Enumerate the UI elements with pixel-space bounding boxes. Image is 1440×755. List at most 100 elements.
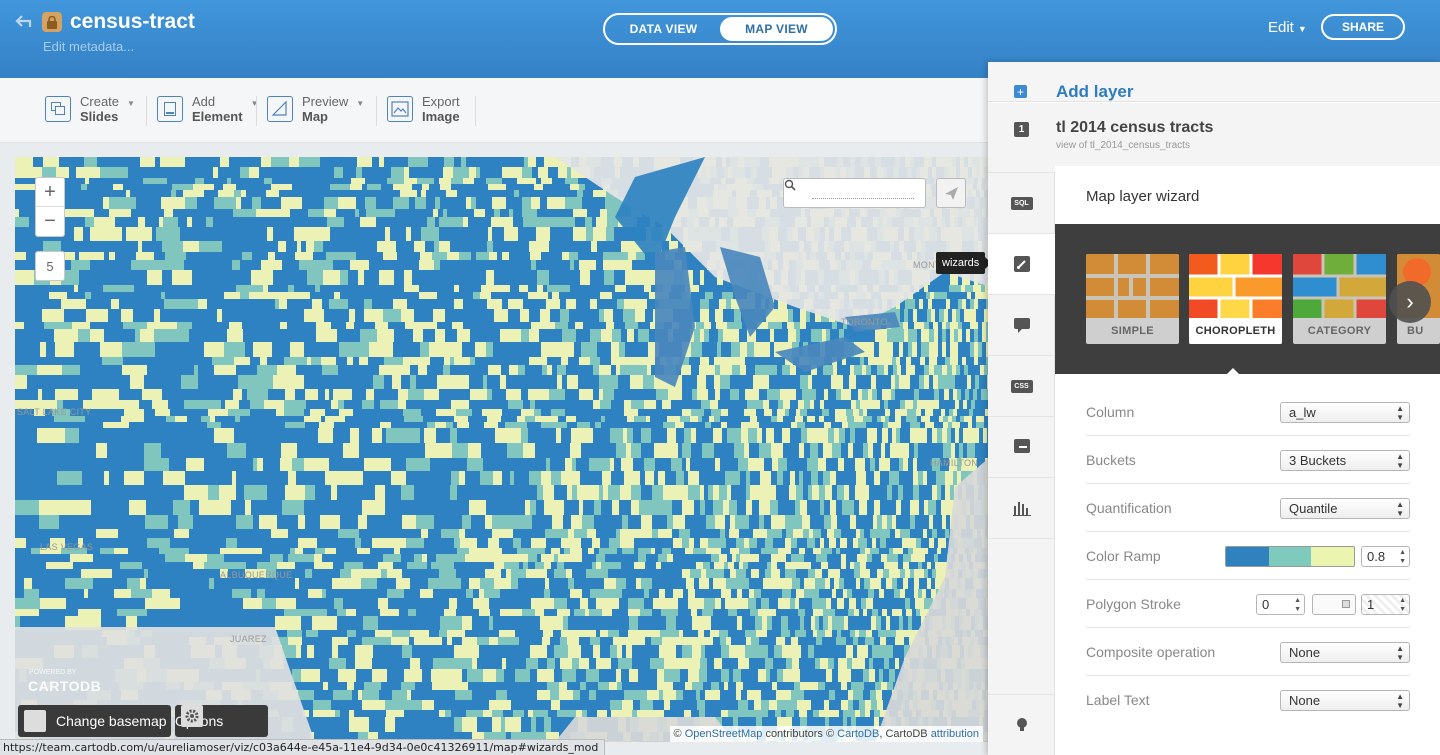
caret-down-icon[interactable]: ▼	[127, 99, 135, 108]
lock-icon[interactable]	[42, 12, 62, 32]
buckets-label: Buckets	[1086, 452, 1136, 468]
column-value: a_lw	[1289, 405, 1316, 420]
wizard-tab[interactable]	[988, 234, 1055, 295]
map-label-juarez: JUAREZ	[230, 634, 267, 644]
stroke-opacity-stepper[interactable]: 1 ▲ ▼	[1361, 594, 1410, 615]
edit-metadata-link[interactable]: Edit metadata...	[43, 39, 134, 54]
quantification-select[interactable]: Quantile ▲ ▼	[1280, 498, 1410, 519]
create-slides-button[interactable]: Create Slides ▼	[45, 94, 135, 124]
zoom-level-indicator: 5	[35, 251, 65, 281]
wizard-type-choropleth[interactable]: CHOROPLETH	[1189, 254, 1282, 344]
zoom-out-button[interactable]: −	[36, 207, 64, 236]
help-tab[interactable]	[988, 694, 1055, 755]
attribution-link[interactable]: attribution	[931, 728, 979, 740]
caret-down-icon: ▼	[1297, 24, 1307, 34]
toolbar-divider	[146, 96, 147, 126]
edit-menu[interactable]: Edit ▼	[1268, 19, 1307, 36]
add-layer-label: Add layer	[1056, 82, 1134, 101]
powered-by-text: POWERED BY	[29, 669, 77, 676]
sql-tab[interactable]: SQL	[988, 173, 1055, 234]
map-attribution: © OpenStreetMap contributors © CartoDB, …	[669, 726, 983, 742]
wizard-type-simple[interactable]: SIMPLE	[1086, 254, 1179, 344]
map-label-albuquerque: ALBUQUERQUE	[220, 570, 293, 580]
search-icon	[784, 179, 796, 191]
quantification-value: Quantile	[1289, 501, 1338, 516]
element-icon	[157, 96, 183, 122]
filters-tab[interactable]	[988, 478, 1055, 539]
buckets-value: 3 Buckets	[1289, 453, 1347, 468]
attrib-contributors: contributors ©	[765, 728, 835, 740]
color-ramp-label: Color Ramp	[1086, 548, 1161, 564]
select-arrows-icon: ▲ ▼	[1396, 500, 1404, 518]
options-button[interactable]: Options	[175, 705, 268, 737]
page-title[interactable]: census-tract	[70, 10, 195, 34]
legend-tab[interactable]	[988, 417, 1055, 478]
stepper-arrows-icon[interactable]: ▲ ▼	[1399, 547, 1406, 566]
stepper-arrows-icon[interactable]: ▲ ▼	[1294, 595, 1301, 614]
attrib-cartodb: , CartoDB	[879, 728, 928, 740]
export-image-button[interactable]: Export Image	[387, 94, 460, 124]
column-select[interactable]: a_lw ▲ ▼	[1280, 402, 1410, 423]
wizard-brush-icon	[1013, 256, 1030, 272]
stroke-opacity-value: 1	[1367, 597, 1375, 612]
buckets-row: Buckets 3 Buckets ▲ ▼	[1086, 436, 1410, 484]
layer-tools-sidebar: SQL CSS	[988, 173, 1055, 755]
wizard-type-label: SIMPLE	[1111, 325, 1154, 337]
ramp-opacity-stepper[interactable]: 0.8 ▲ ▼	[1361, 546, 1410, 567]
toolbar-divider	[376, 96, 377, 126]
toolbar-divider	[256, 96, 257, 126]
stroke-color-picker[interactable]	[1312, 594, 1356, 615]
layer-header[interactable]: 1 tl 2014 census tracts view of tl_2014_…	[988, 103, 1440, 173]
change-basemap-button[interactable]: Change basemap	[18, 705, 171, 737]
wizards-tooltip: wizards	[936, 252, 992, 274]
quantification-row: Quantification Quantile ▲ ▼	[1086, 484, 1410, 532]
label-text-row: Label Text None ▲ ▼	[1086, 676, 1410, 724]
color-ramp-picker[interactable]	[1225, 546, 1355, 567]
buckets-select[interactable]: 3 Buckets ▲ ▼	[1280, 450, 1410, 471]
label-text-select[interactable]: None ▲ ▼	[1280, 690, 1410, 711]
data-view-tab[interactable]: DATA VIEW	[607, 17, 720, 41]
preview-map-button[interactable]: Preview Map ▼	[267, 94, 364, 124]
wizard-type-category[interactable]: CATEGORY	[1293, 254, 1386, 344]
layer-name[interactable]: tl 2014 census tracts	[1056, 119, 1213, 137]
tool-label-line1: Preview	[302, 94, 349, 109]
map-label-las-vegas: LAS VEGAS	[40, 542, 94, 552]
plus-icon: +	[1014, 85, 1027, 99]
active-type-pointer	[1225, 368, 1241, 376]
attrib-copy: ©	[673, 728, 682, 740]
layer-number-badge: 1	[1014, 122, 1029, 137]
map-view-tab[interactable]: MAP VIEW	[720, 17, 833, 41]
locate-button[interactable]	[936, 178, 966, 208]
infowindow-tab[interactable]	[988, 295, 1055, 356]
composite-select[interactable]: None ▲ ▼	[1280, 642, 1410, 663]
change-basemap-label: Change basemap	[56, 713, 167, 729]
stepper-arrows-icon[interactable]: ▲ ▼	[1399, 595, 1406, 614]
add-layer-row[interactable]: + Add layer	[988, 62, 1440, 102]
cartodb-logo: CARTODB	[28, 678, 102, 694]
zoom-in-button[interactable]: +	[36, 178, 64, 207]
send-arrow-icon	[945, 187, 958, 200]
tool-label-line2: Map	[302, 109, 328, 124]
filters-chart-icon	[1012, 502, 1031, 516]
caret-down-icon[interactable]: ▼	[251, 99, 259, 108]
back-arrow-icon[interactable]	[14, 12, 36, 34]
map-canvas[interactable]: TORONTO SALT LAKE CITY LAS VEGAS ALBUQUE…	[15, 157, 990, 742]
ramp-opacity-value: 0.8	[1367, 549, 1386, 564]
preview-icon	[267, 96, 293, 122]
composite-row: Composite operation None ▲ ▼	[1086, 628, 1410, 676]
tool-label-line2: Slides	[80, 109, 119, 124]
column-label: Column	[1086, 404, 1135, 420]
share-button[interactable]: SHARE	[1321, 14, 1405, 40]
css-tab[interactable]: CSS	[988, 356, 1055, 417]
map-search-input[interactable]	[783, 178, 926, 208]
stroke-width-stepper[interactable]: 0 ▲ ▼	[1256, 594, 1305, 615]
osm-link[interactable]: OpenStreetMap	[685, 728, 763, 740]
chevron-right-icon[interactable]: ›	[1389, 281, 1431, 323]
label-text-value: None	[1289, 693, 1321, 708]
cartodb-link[interactable]: CartoDB	[837, 728, 879, 740]
layer-panel: + Add layer 1 tl 2014 census tracts view…	[988, 62, 1440, 755]
caret-down-icon[interactable]: ▼	[356, 99, 364, 108]
add-element-button[interactable]: Add Element ▼	[157, 94, 259, 124]
composite-label: Composite operation	[1086, 644, 1216, 660]
wizard-type-label: CATEGORY	[1307, 325, 1372, 337]
